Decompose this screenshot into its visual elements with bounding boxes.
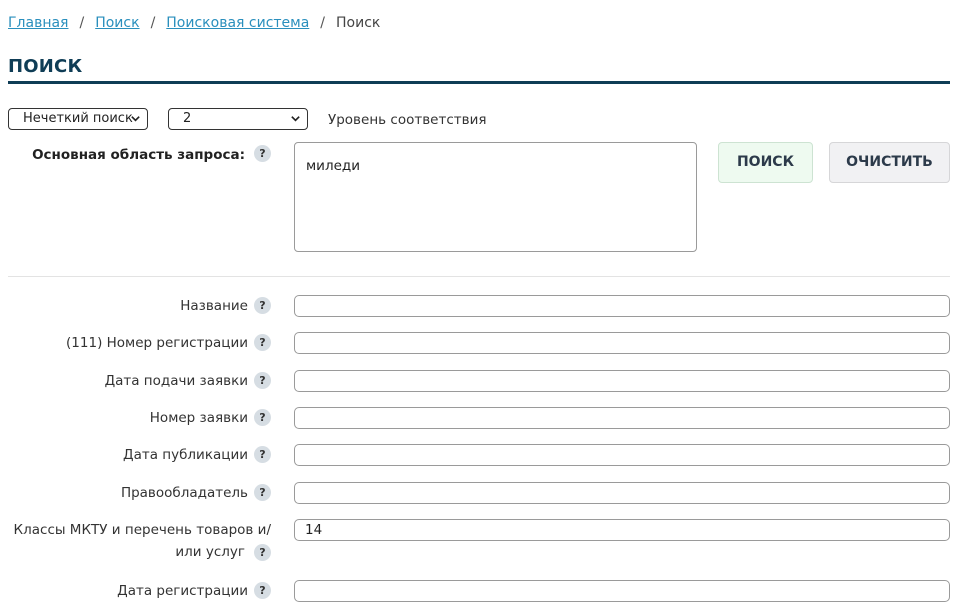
main-query-textarea[interactable]: миледи	[294, 142, 697, 252]
page-title: ПОИСК	[8, 56, 83, 77]
breadcrumb-current: Поиск	[336, 15, 381, 31]
right-holder-input[interactable]	[294, 482, 950, 504]
main-query-value: миледи	[306, 158, 360, 174]
field-label-publication-date: Дата публикации	[123, 447, 248, 463]
chevron-down-icon	[291, 116, 300, 122]
relevance-level-label: Уровень соответствия	[328, 112, 487, 128]
field-label-application-number: Номер заявки	[149, 410, 248, 426]
breadcrumb-separator: /	[79, 15, 85, 31]
chevron-down-icon	[131, 116, 140, 122]
field-label-registration-date: Дата регистрации	[117, 583, 248, 599]
search-button[interactable]: ПОИСК	[718, 142, 813, 183]
help-icon[interactable]: ?	[254, 446, 271, 463]
help-icon[interactable]: ?	[254, 334, 271, 351]
publication-date-input[interactable]	[294, 444, 950, 466]
main-query-label: Основная область запроса:	[32, 147, 245, 163]
help-icon[interactable]: ?	[254, 582, 271, 599]
filing-date-input[interactable]	[294, 370, 950, 392]
breadcrumb-link-search[interactable]: Поиск	[95, 15, 139, 31]
breadcrumb-link-search-system[interactable]: Поисковая система	[166, 15, 309, 31]
field-label-mktu-classes: Классы МКТУ и перечень товаров и/ или ус…	[13, 522, 271, 560]
relevance-level-value: 2	[183, 111, 192, 126]
field-label-right-holder: Правообладатель	[120, 485, 248, 501]
registration-number-input[interactable]	[294, 332, 950, 354]
help-icon[interactable]: ?	[254, 409, 271, 426]
mktu-classes-input[interactable]: 14	[294, 519, 950, 541]
help-icon[interactable]: ?	[254, 484, 271, 501]
field-label-name: Название	[180, 298, 248, 314]
application-number-input[interactable]	[294, 407, 950, 429]
clear-button[interactable]: ОЧИСТИТЬ	[829, 142, 950, 183]
help-icon[interactable]: ?	[254, 297, 271, 314]
help-icon[interactable]: ?	[254, 145, 271, 162]
registration-date-input[interactable]	[294, 580, 950, 602]
help-icon[interactable]: ?	[254, 544, 271, 561]
help-icon[interactable]: ?	[254, 372, 271, 389]
section-divider	[8, 276, 950, 277]
field-label-registration-number: (111) Номер регистрации	[66, 335, 248, 351]
breadcrumb: Главная / Поиск / Поисковая система / Поиск	[8, 15, 380, 31]
breadcrumb-separator: /	[320, 15, 326, 31]
name-input[interactable]	[294, 295, 950, 317]
breadcrumb-separator: /	[150, 15, 156, 31]
search-mode-value: Нечеткий поиск	[23, 111, 133, 126]
title-underline	[8, 81, 950, 84]
relevance-level-select[interactable]: 2	[168, 108, 308, 130]
field-label-filing-date: Дата подачи заявки	[104, 373, 248, 389]
breadcrumb-link-home[interactable]: Главная	[8, 15, 68, 31]
search-mode-select[interactable]: Нечеткий поиск	[8, 108, 148, 130]
